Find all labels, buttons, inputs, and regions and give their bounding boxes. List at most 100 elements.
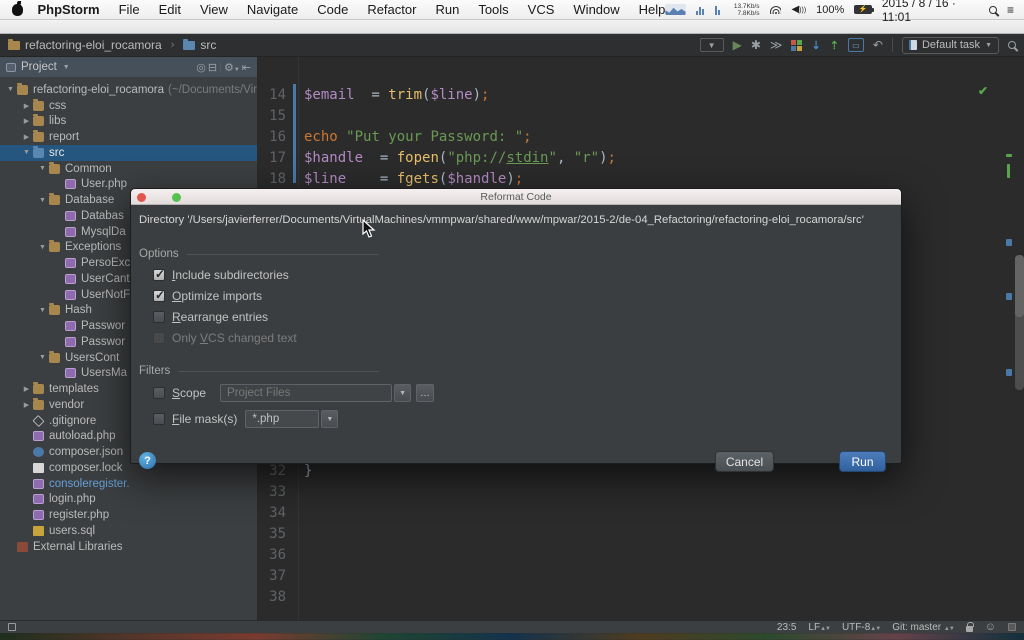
inspection-ok-icon[interactable]: ✔ — [978, 84, 988, 98]
line-ending-selector[interactable]: LF▲▼ — [808, 622, 830, 633]
run-button[interactable]: ▶ — [733, 39, 742, 51]
settings-grid-icon[interactable] — [791, 40, 802, 51]
menu-file[interactable]: File — [119, 2, 140, 17]
menu-navigate[interactable]: Navigate — [247, 2, 298, 17]
file-mask-checkbox[interactable] — [153, 413, 165, 425]
help-button[interactable]: ? — [139, 452, 156, 469]
code-line-14[interactable]: 14$email = trim($line); — [258, 85, 1024, 106]
code-line-34[interactable]: 34 — [258, 503, 1024, 524]
menu-view[interactable]: View — [200, 2, 228, 17]
marker-green-2[interactable] — [1007, 164, 1010, 178]
network-graph-icon[interactable] — [665, 4, 685, 15]
vcs-update-button[interactable]: ⇣ — [811, 39, 820, 52]
editor-scrollbar[interactable] — [1015, 255, 1024, 390]
vcs-commit-button[interactable]: ⇡ — [830, 39, 839, 52]
collapse-all-icon[interactable]: ⊟ — [208, 61, 217, 74]
notification-center-icon[interactable]: ≡ — [1007, 4, 1014, 16]
tree-item-register-php[interactable]: register.php — [0, 507, 257, 523]
zoom-window-button[interactable] — [172, 193, 181, 202]
project-view-dropdown[interactable]: ▼ — [63, 64, 70, 71]
menu-vcs[interactable]: VCS — [528, 2, 555, 17]
tree-item-libs[interactable]: ▶libs — [0, 114, 257, 130]
code-line-33[interactable]: 33 — [258, 482, 1024, 503]
volume-icon[interactable]: ◀))) — [791, 4, 806, 15]
checkbox[interactable] — [153, 311, 165, 323]
apple-menu-icon[interactable] — [12, 4, 23, 16]
memory-bars-icon[interactable] — [715, 4, 724, 15]
wifi-icon[interactable] — [770, 5, 782, 14]
code-line-16[interactable]: 16echo "Put your Password: "; — [258, 127, 1024, 148]
chevron-right-icon[interactable]: ▶ — [22, 385, 31, 393]
scope-combo-arrow[interactable]: ▼ — [394, 384, 411, 402]
coverage-button[interactable]: ≫ — [770, 39, 783, 51]
menu-refactor[interactable]: Refactor — [367, 2, 416, 17]
code-line-17[interactable]: 17$handle = fopen("php://stdin", "r"); — [258, 148, 1024, 169]
chevron-right-icon[interactable]: ▶ — [22, 133, 31, 141]
menu-window[interactable]: Window — [573, 2, 619, 17]
code-line-38[interactable]: 38 — [258, 587, 1024, 608]
run-reformat-button[interactable]: Run — [839, 451, 886, 472]
tree-item-login-php[interactable]: login.php — [0, 492, 257, 508]
spotlight-search-icon[interactable] — [989, 6, 997, 14]
code-line-18[interactable]: 18$line = fgets($handle); — [258, 169, 1024, 190]
checkbox[interactable] — [153, 269, 165, 281]
tree-item-consoleregister-[interactable]: consoleregister. — [0, 476, 257, 492]
project-panel-title[interactable]: Project — [21, 61, 57, 73]
cancel-button[interactable]: Cancel — [715, 451, 774, 472]
tree-item-report[interactable]: ▶report — [0, 129, 257, 145]
undo-icon[interactable]: ↶ — [873, 39, 883, 51]
code-line-37[interactable]: 37 — [258, 566, 1024, 587]
search-everywhere-icon[interactable] — [1008, 41, 1016, 49]
code-line-15[interactable]: 15 — [258, 106, 1024, 127]
chevron-down-icon[interactable]: ▼ — [6, 86, 15, 93]
lock-icon[interactable] — [966, 626, 973, 632]
marker-blue-2[interactable] — [1006, 293, 1012, 300]
remote-host-icon[interactable]: ▭ — [848, 38, 864, 52]
file-mask-combo[interactable]: *.php — [245, 410, 319, 428]
menu-app-name[interactable]: PhpStorm — [37, 2, 99, 17]
encoding-selector[interactable]: UTF-8▲▼ — [842, 622, 880, 633]
hide-panel-icon[interactable]: ⇤ — [242, 61, 251, 74]
chevron-down-icon[interactable]: ▼ — [38, 354, 47, 361]
menu-help[interactable]: Help — [639, 2, 666, 17]
menu-run[interactable]: Run — [435, 2, 459, 17]
cpu-bars-icon[interactable] — [696, 4, 705, 15]
code-line-35[interactable]: 35 — [258, 524, 1024, 545]
tree-item-src[interactable]: ▼src — [0, 145, 257, 161]
tree-item-refactoring-eloi-rocamora[interactable]: ▼refactoring-eloi_rocamora(~/Documents/V… — [0, 82, 257, 98]
marker-blue-1[interactable] — [1006, 239, 1012, 246]
git-branch-selector[interactable]: Git: master ▲▼ — [892, 622, 954, 633]
run-config-dropdown[interactable]: ▼ — [700, 38, 724, 52]
chevron-down-icon[interactable]: ▼ — [38, 165, 47, 172]
background-tasks-icon[interactable] — [1008, 623, 1016, 631]
gear-icon[interactable]: ⚙▼ — [224, 61, 240, 74]
chevron-down-icon[interactable]: ▼ — [38, 197, 47, 204]
marker-green-1[interactable] — [1006, 154, 1012, 157]
battery-icon[interactable]: ⚡ — [854, 5, 872, 14]
scope-checkbox[interactable] — [153, 387, 165, 399]
tree-item-users-sql[interactable]: users.sql — [0, 523, 257, 539]
toolwindow-toggle-icon[interactable] — [8, 623, 16, 631]
menu-edit[interactable]: Edit — [159, 2, 181, 17]
file-mask-combo-arrow[interactable]: ▼ — [321, 410, 338, 428]
code-line-36[interactable]: 36 — [258, 545, 1024, 566]
tree-item-common[interactable]: ▼Common — [0, 161, 257, 177]
tree-item-css[interactable]: ▶css — [0, 98, 257, 114]
marker-blue-3[interactable] — [1006, 369, 1012, 376]
chevron-right-icon[interactable]: ▶ — [22, 401, 31, 409]
menu-clock[interactable]: 2015 / 8 / 16 · 11:01 — [882, 0, 980, 24]
tree-item-external-libraries[interactable]: External Libraries — [0, 539, 257, 555]
chevron-down-icon[interactable]: ▼ — [38, 307, 47, 314]
chevron-down-icon[interactable]: ▼ — [22, 149, 31, 156]
code-line-32[interactable]: 32} — [258, 461, 1024, 482]
chevron-down-icon[interactable]: ▼ — [38, 244, 47, 251]
locate-file-icon[interactable]: ◎ — [196, 61, 206, 74]
breadcrumb-project[interactable]: refactoring-eloi_rocamora — [25, 38, 162, 52]
menu-code[interactable]: Code — [317, 2, 348, 17]
chevron-right-icon[interactable]: ▶ — [22, 117, 31, 125]
scope-combo[interactable]: Project Files — [220, 384, 392, 402]
dialog-title-bar[interactable]: Reformat Code — [131, 189, 901, 205]
chevron-right-icon[interactable]: ▶ — [22, 102, 31, 110]
scope-more-button[interactable]: … — [416, 384, 434, 402]
menu-tools[interactable]: Tools — [478, 2, 508, 17]
